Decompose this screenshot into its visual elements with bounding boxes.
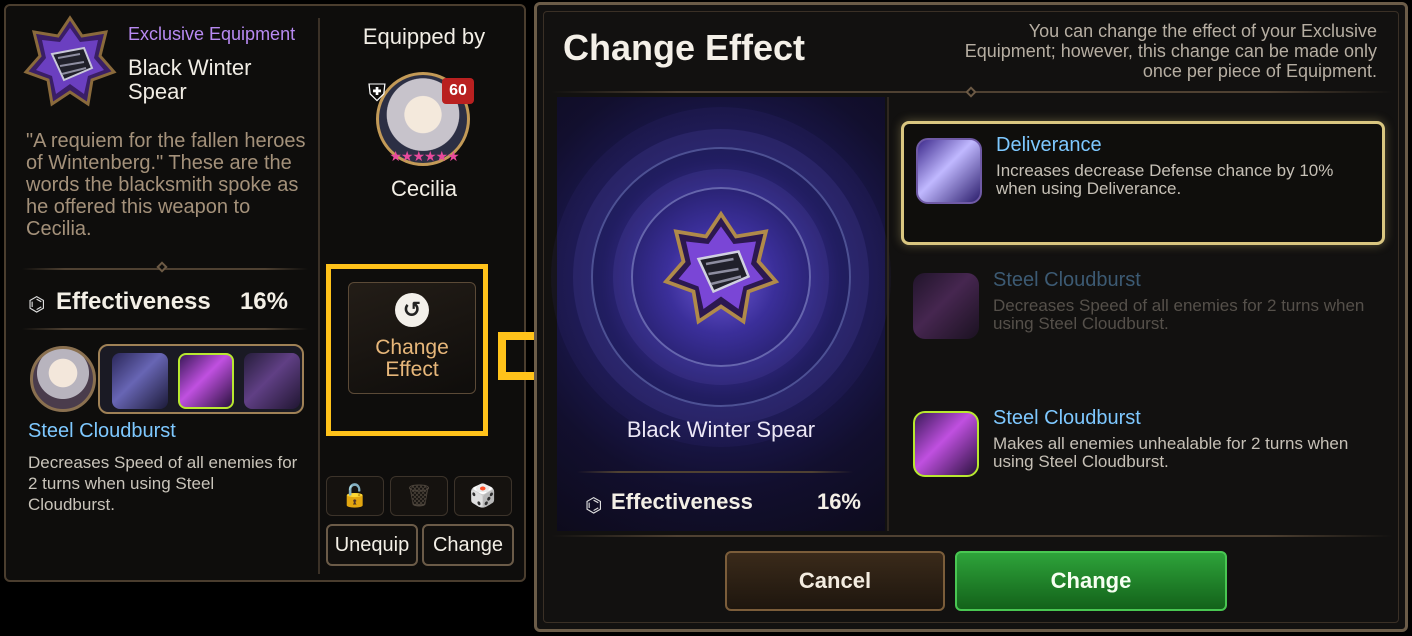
equipment-icon [23, 15, 117, 107]
divider [577, 471, 853, 473]
divider-ornament [156, 261, 168, 273]
option-description: Makes all enemies unhealable for 2 turns… [993, 434, 1349, 471]
effect-option-steel-cloudburst[interactable]: Steel Cloudburst Makes all enemies unhea… [901, 397, 1385, 521]
hero-name: Cecilia [390, 176, 458, 201]
steel-cloudburst-skill-icon [913, 411, 979, 477]
effectiveness-value: 16% [816, 489, 861, 514]
divider-ornament [965, 86, 977, 98]
equipment-icon [662, 210, 780, 325]
effect-option-steel-cloudburst-current: Steel Cloudburst Decreases Speed of all … [901, 259, 1385, 383]
deliverance-skill-icon [916, 138, 982, 204]
equipped-by-label: Equipped by [362, 24, 486, 49]
effect-options: Deliverance Increases decrease Defense c… [899, 117, 1391, 517]
equipment-preview: Black Winter Spear ⌬ Effectiveness 16% [557, 97, 885, 531]
effectiveness-row: ⌬ Effectiveness 16% [28, 286, 298, 318]
option-title: Steel Cloudburst [993, 269, 1141, 291]
lock-button[interactable]: 🔓 [326, 476, 384, 516]
hero-stars: ★★★★★★ [389, 148, 459, 164]
column-divider [318, 18, 320, 574]
column-divider [887, 97, 889, 531]
divider [22, 328, 308, 330]
preview-effectiveness-row: ⌬ Effectiveness 16% [585, 489, 875, 519]
skill-slot-3[interactable] [244, 353, 300, 409]
effectiveness-label: Effectiveness [611, 489, 753, 514]
skill-slots-frame [98, 344, 304, 414]
option-description: Increases decrease Defense chance by 10%… [996, 161, 1334, 198]
cancel-button[interactable]: Cancel [725, 551, 945, 611]
effectiveness-icon: ⌬ [28, 294, 46, 316]
equipment-info-column: Exclusive Equipment Black Winter Spear "… [6, 6, 311, 580]
change-effect-button[interactable]: ↺ Change Effect [348, 282, 476, 394]
shield-icon: ⛨ [368, 80, 386, 107]
option-description: Decreases Speed of all enemies for 2 tur… [993, 296, 1365, 333]
equipment-type-label: Exclusive Equipment [128, 24, 296, 44]
equipment-name: Black Winter Spear [128, 55, 252, 104]
divider [551, 535, 1393, 537]
preview-equipment-name: Black Winter Spear [626, 417, 816, 442]
hero-level-badge: 60 [442, 78, 474, 104]
refresh-icon: ↺ [395, 293, 429, 327]
equipment-description: "A requiem for the fallen heroes of Wint… [26, 130, 306, 240]
skill-selector [26, 340, 306, 416]
dice-button[interactable]: 🎲 [454, 476, 512, 516]
dialog-note: You can change the effect of your Exclus… [964, 21, 1377, 81]
change-effect-dialog: Change Effect You can change the effect … [534, 2, 1408, 632]
option-title: Steel Cloudburst [993, 407, 1141, 429]
option-title: Deliverance [996, 134, 1102, 156]
effectiveness-icon: ⌬ [585, 495, 603, 517]
change-effect-label: Change Effect [375, 336, 449, 381]
effectiveness-value: 16% [239, 288, 288, 315]
skill-slot-2[interactable] [178, 353, 234, 409]
confirm-change-button[interactable]: Change [955, 551, 1227, 611]
skill-description: Decreases Speed of all enemies for 2 tur… [28, 453, 298, 514]
steel-cloudburst-skill-icon [913, 273, 979, 339]
trash-button[interactable]: 🗑 [390, 476, 448, 516]
hero-portrait [30, 346, 96, 412]
effectiveness-label: Effectiveness [56, 288, 211, 315]
change-equipment-button[interactable]: Change [422, 524, 514, 566]
skill-slot-1[interactable] [112, 353, 168, 409]
dialog-title: Change Effect [563, 27, 806, 68]
skill-name: Steel Cloudburst [28, 420, 176, 442]
unequip-button[interactable]: Unequip [326, 524, 418, 566]
effect-option-deliverance[interactable]: Deliverance Increases decrease Defense c… [901, 121, 1385, 245]
